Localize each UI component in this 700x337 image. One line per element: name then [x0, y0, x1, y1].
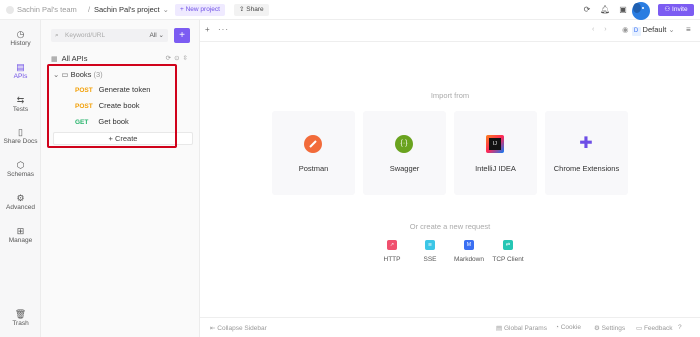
import-card-postman[interactable]: Postman	[272, 111, 355, 195]
import-card-intellij[interactable]: IJ IntelliJ IDEA	[454, 111, 537, 195]
tests-icon: ⇆	[16, 95, 25, 105]
new-tcp-client[interactable]: ⇄ TCP Client	[483, 240, 533, 263]
env-badge: D	[631, 27, 641, 36]
settings-button[interactable]: ⚙ Settings	[594, 324, 625, 332]
chevron-down-icon: ⌄	[162, 5, 169, 14]
filter-select[interactable]: All ⌄	[150, 29, 165, 42]
docs-icon: ▯	[18, 127, 23, 137]
intellij-icon: IJ	[486, 135, 504, 153]
manage-icon: ⊞	[16, 226, 25, 236]
swagger-icon: {·}	[395, 135, 413, 153]
new-tab-icon[interactable]: +	[205, 25, 210, 34]
puzzle-icon: ✚	[579, 135, 593, 152]
status-bar: ⇤ Collapse Sidebar ▤ Global Params ◔ Coo…	[200, 317, 700, 337]
feedback-button[interactable]: ▭ Feedback	[636, 324, 673, 332]
params-icon: ▤	[496, 325, 504, 332]
add-api-button[interactable]: +	[174, 28, 190, 43]
more-icon[interactable]: ···	[218, 25, 229, 34]
search-icon: ⌕	[55, 32, 59, 39]
search-input[interactable]: ⌕ Keyword/URL All ⌄	[51, 29, 168, 42]
sidebar-item-apis[interactable]: ▤ APIs	[0, 61, 41, 80]
bell-icon[interactable]: 🔔︎	[600, 5, 610, 15]
import-card-swagger[interactable]: {·} Swagger	[363, 111, 446, 195]
refresh-icon[interactable]: ⟳	[166, 55, 174, 62]
http-icon: ↗	[387, 240, 397, 250]
feedback-icon: ▭	[636, 325, 644, 332]
sidebar-item-advanced[interactable]: ⚙ Advanced	[0, 192, 41, 211]
sidebar-item-share-docs[interactable]: ▯ Share Docs	[0, 126, 41, 145]
clock-icon: ◷	[16, 29, 25, 39]
environment-selector[interactable]: ◉ D Default ⌄	[622, 25, 675, 36]
breadcrumb-separator: /	[88, 5, 91, 14]
gear-icon: ⚙	[594, 325, 602, 332]
chevron-down-icon: ⌄	[158, 32, 164, 39]
team-avatar-icon	[6, 5, 14, 14]
eye-icon: ◉	[622, 25, 629, 34]
api-icon: ▤	[16, 62, 25, 72]
highlight-annotation	[47, 64, 177, 148]
message-icon[interactable]: ▣	[618, 5, 628, 15]
refresh-icon[interactable]: ⟳	[582, 5, 592, 15]
new-request-title: Or create a new request	[409, 222, 491, 231]
new-project-button[interactable]: + New project	[175, 4, 225, 16]
user-plus-icon: ⚇	[664, 6, 673, 13]
advanced-icon: ⚙	[16, 193, 25, 203]
tab-scroll-arrows[interactable]: ‹ ›	[592, 26, 611, 33]
global-params-button[interactable]: ▤ Global Params	[496, 324, 547, 332]
sidebar-item-trash[interactable]: 🗑 Trash	[0, 308, 41, 327]
sort-icon[interactable]: ⇳	[183, 55, 191, 62]
top-bar: Sachin Pal's team / Sachin Pal's project…	[0, 0, 700, 20]
list-icon: ▦	[51, 56, 58, 63]
import-card-chrome-extensions[interactable]: ✚ Chrome Extensions	[545, 111, 628, 195]
menu-icon[interactable]: ≡	[686, 25, 691, 34]
invite-button[interactable]: ⚇ Invite	[658, 4, 694, 16]
sidebar-item-schemas[interactable]: ⬡ Schemas	[0, 159, 41, 178]
project-selector[interactable]: Sachin Pal's project ⌄	[94, 5, 169, 14]
trash-icon: 🗑	[14, 309, 27, 319]
team-name[interactable]: Sachin Pal's team	[6, 5, 77, 14]
sidebar-rail: ◷ History ▤ APIs ⇆ Tests ▯ Share Docs ⬡ Schem…	[0, 20, 41, 337]
plus-icon: +	[179, 30, 185, 41]
collapse-sidebar-button[interactable]: ⇤ Collapse Sidebar	[210, 324, 267, 332]
schema-icon: ⬡	[16, 160, 25, 170]
share-button[interactable]: ⇪ Share	[234, 4, 269, 16]
sidebar-item-history[interactable]: ◷ History	[0, 28, 41, 47]
chevron-down-icon: ⌄	[668, 25, 675, 34]
help-icon[interactable]: ?	[678, 324, 682, 331]
sse-icon: ≋	[425, 240, 435, 250]
avatar[interactable]	[630, 0, 652, 20]
cookie-button[interactable]: ◔ Cookie	[555, 324, 581, 331]
sidebar-item-manage[interactable]: ⊞ Manage	[0, 225, 41, 244]
postman-icon	[304, 135, 322, 153]
sidebar-item-tests[interactable]: ⇆ Tests	[0, 94, 41, 113]
tcp-icon: ⇄	[503, 240, 513, 250]
import-title: Import from	[430, 91, 470, 100]
markdown-icon: M	[464, 240, 474, 250]
locate-icon[interactable]: ⊙	[174, 55, 182, 62]
